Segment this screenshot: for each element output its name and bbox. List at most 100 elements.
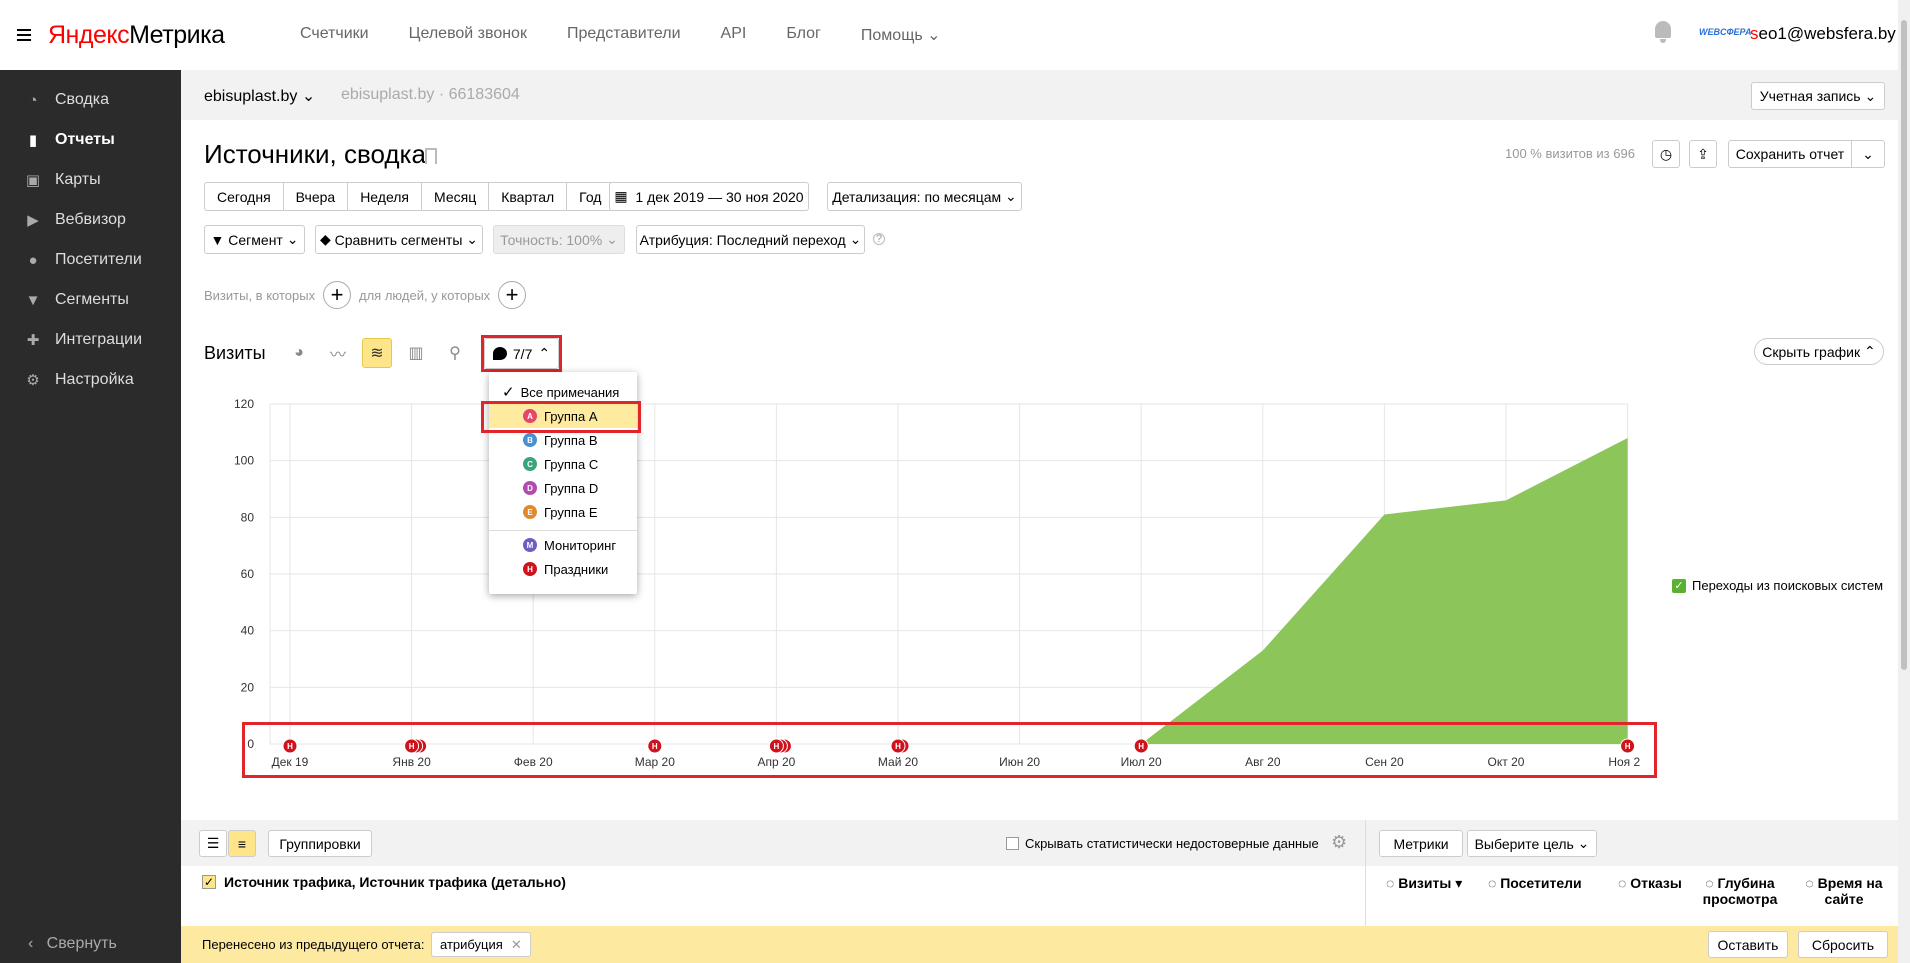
legend-checkbox[interactable]: ✓ [1672,578,1686,593]
save-report-menu[interactable]: ⌄ [1851,140,1885,168]
people-where-label: для людей, у которых [359,288,491,303]
column-bounces[interactable]: ◌ Отказы [1618,875,1682,891]
y-tick-label: 60 [241,567,255,581]
account-logo: WEBСФЕРА [1699,27,1752,37]
sidebar: ◔ Сводка ▮ Отчеты ▣ Карты ▶ Вебвизор ● Посети… [0,70,181,963]
nav-counters[interactable]: Счетчики [300,25,369,45]
list-view-icon[interactable]: ☰ [199,830,227,857]
close-icon[interactable]: ✕ [511,937,522,953]
y-tick-label: 80 [241,510,255,524]
top-nav: Счетчики Целевой звонок Представители AP… [300,25,941,45]
metric-columns: ◌ Визиты ▾ ◌ Посетители ◌ Отказы ◌ Глуби… [1365,866,1910,926]
save-report-button[interactable]: Сохранить отчет [1728,140,1852,168]
highlight-annotations-row [242,722,1657,778]
carry-over-tag: атрибуция ✕ [431,932,531,957]
sidebar-item-segments[interactable]: ▼ Сегменты [0,280,181,320]
annotation-group-e[interactable]: E Группа E [489,500,637,524]
pie-chart-icon[interactable]: ◕ [284,338,314,368]
puzzle-icon: ✚ [26,332,40,349]
annotation-group-d[interactable]: D Группа D [489,476,637,500]
dropdown-divider [489,530,637,531]
tree-view-icon[interactable]: ≡ [228,830,256,857]
compare-segments-button[interactable]: ◆ Сравнить сегменты ⌄ [315,225,483,254]
logo-metrika: Метрика [129,21,225,49]
gear-icon[interactable]: ⚙ [1331,832,1347,853]
period-week[interactable]: Неделя [348,183,423,210]
period-quarter[interactable]: Квартал [489,183,568,210]
page-title: Источники, сводка [204,139,426,169]
scrollbar-thumb[interactable] [1901,20,1907,670]
column-time[interactable]: ◌ Время на сайте [1804,875,1884,907]
annotation-holidays[interactable]: Н Праздники [489,557,637,581]
carry-over-bar: Перенесено из предыдущего отчета: атрибу… [181,926,1910,963]
segment-button[interactable]: ▼ Сегмент ⌄ [204,225,305,254]
add-visit-condition-button[interactable]: + [323,281,351,309]
hide-chart-button[interactable]: Скрыть график ⌃ [1754,338,1884,365]
user-email[interactable]: seo1@websfera.by [1750,24,1896,44]
highlight-annotations-button [481,335,562,372]
period-yesterday[interactable]: Вчера [284,183,349,210]
metrics-button[interactable]: Метрики [1379,830,1463,857]
drops-icon: ◆ [319,231,335,247]
detail-select[interactable]: Детализация: по месяцам ⌄ [827,182,1022,211]
checkbox[interactable] [1006,837,1019,850]
menu-icon[interactable] [17,29,31,41]
area-chart-icon[interactable]: ≋ [362,338,392,368]
bar-chart-icon[interactable]: ▥ [401,338,431,368]
period-year[interactable]: Год [567,183,613,210]
nav-blog[interactable]: Блог [786,25,821,45]
hide-unreliable-toggle[interactable]: Скрывать статистически недостоверные дан… [1006,836,1319,851]
counter-id: ebisuplast.by · 66183604 [341,86,520,103]
sidebar-item-settings[interactable]: ⚙ Настройка [0,360,181,400]
reset-button[interactable]: Сбросить [1798,931,1888,958]
top-bar: ЯндексМетрика Счетчики Целевой звонок Пр… [0,0,1910,70]
carry-over-label: Перенесено из предыдущего отчета: [202,937,425,952]
dimension-header[interactable]: ✓ Источник трафика, Источник трафика (дет… [202,874,566,890]
funnel-icon: ▼ [25,291,41,309]
annotation-group-c[interactable]: C Группа C [489,452,637,476]
attribution-select[interactable]: Атрибуция: Последний переход ⌄ [636,225,865,254]
sidebar-item-webvisor[interactable]: ▶ Вебвизор [0,200,181,240]
bell-icon[interactable] [1654,21,1672,43]
collapse-button[interactable]: ‹ Свернуть [28,935,117,953]
gauge-icon: ◔ [28,91,38,109]
column-visitors[interactable]: ◌ Посетители [1488,875,1582,891]
period-tabs: Сегодня Вчера Неделя Месяц Квартал Год [204,182,615,211]
checkbox-checked[interactable]: ✓ [202,875,216,889]
line-chart-icon[interactable]: 〰 [323,338,353,368]
export-icon[interactable]: ⇪ [1689,140,1717,168]
date-range-button[interactable]: ▦ 1 дек 2019 — 30 ноя 2020 [609,182,809,211]
play-icon: ▶ [27,212,39,229]
account-button[interactable]: Учетная запись ⌄ [1751,82,1885,110]
sidebar-item-integrations[interactable]: ✚ Интеграции [0,320,181,360]
goal-select[interactable]: Выберите цель ⌄ [1467,830,1597,857]
nav-representatives[interactable]: Представители [567,25,681,45]
sidebar-item-visitors[interactable]: ● Посетители [0,240,181,280]
column-visits[interactable]: ◌ Визиты ▾ [1386,875,1462,892]
column-depth[interactable]: ◌ Глубина просмотра [1700,875,1780,907]
nav-api[interactable]: API [721,25,747,45]
chart-legend[interactable]: ✓ Переходы из поисковых систем [1672,578,1883,593]
map-pin-icon[interactable]: ⚲ [440,338,470,368]
help-icon[interactable]: ? [873,233,885,245]
add-people-condition-button[interactable]: + [498,281,526,309]
calendar-icon: ▦ [614,188,636,204]
nav-target-call[interactable]: Целевой звонок [409,25,527,45]
annotation-monitoring[interactable]: М Мониторинг [489,533,637,557]
gear-icon: ⚙ [26,372,40,389]
logo[interactable]: ЯндексМетрика [48,21,225,50]
sidebar-item-summary[interactable]: ◔ Сводка [0,80,181,120]
counter-select[interactable]: ebisuplast.by ⌄ [204,86,315,106]
table-header: ✓ Источник трафика, Источник трафика (дет… [181,866,1910,926]
period-month[interactable]: Месяц [422,183,490,210]
keep-button[interactable]: Оставить [1708,931,1788,958]
chart-metric-label: Визиты [204,343,266,363]
clock-icon[interactable]: ◷ [1652,140,1680,168]
y-tick-label: 120 [234,397,254,411]
sidebar-item-maps[interactable]: ▣ Карты [0,160,181,200]
nav-help[interactable]: Помощь ⌄ [861,25,941,45]
bookmark-icon[interactable] [425,148,437,164]
groupings-button[interactable]: Группировки [268,830,372,857]
period-today[interactable]: Сегодня [205,183,284,210]
sidebar-item-reports[interactable]: ▮ Отчеты [0,120,181,160]
